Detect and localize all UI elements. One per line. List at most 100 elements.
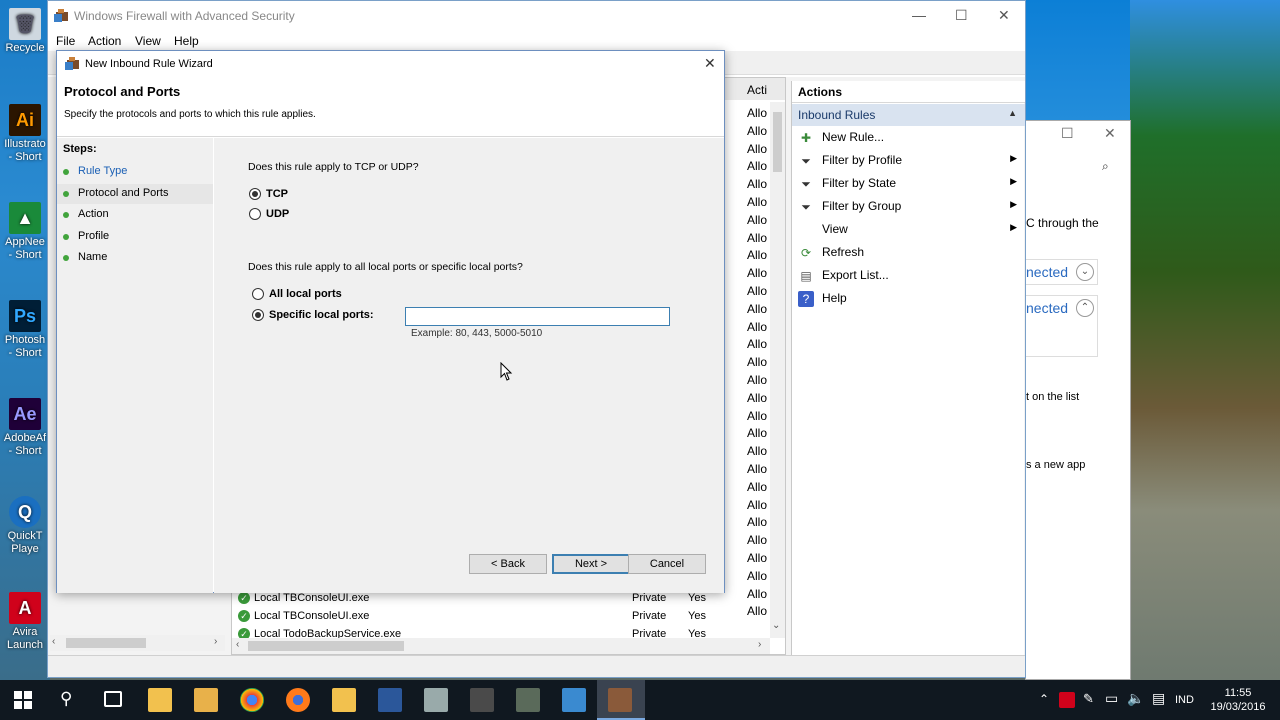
language-indicator[interactable]: IND [1175, 694, 1194, 706]
menu-file[interactable]: File [56, 34, 75, 48]
horizontal-scrollbar[interactable]: ‹ › [232, 638, 770, 654]
column-header-action[interactable]: Acti [747, 83, 767, 97]
desktop-icon-after-effects[interactable]: Ae AdobeAf - Short [0, 398, 50, 458]
firewall-app-icon [54, 8, 70, 24]
action-item-export-list[interactable]: ▤ Export List... [792, 265, 1025, 287]
vertical-scrollbar[interactable]: ⌄ [770, 102, 785, 638]
scroll-left-icon[interactable]: ‹ [52, 636, 55, 647]
folder-icon[interactable] [332, 688, 356, 712]
firefox-icon[interactable] [286, 688, 310, 712]
control-panel-icon[interactable] [562, 688, 586, 712]
action-cell: Allo [747, 568, 768, 583]
volume-icon[interactable]: 🔈 [1127, 690, 1144, 707]
search-icon[interactable]: ⌕ [1102, 159, 1109, 174]
desktop-icon-photoshop[interactable]: Ps Photosh - Short [0, 300, 50, 360]
bg-window-network-item[interactable]: nected ⌃ [1026, 295, 1098, 357]
back-button[interactable]: < Back [469, 554, 547, 574]
scope-pane-scrollbar[interactable]: ‹ › [50, 635, 225, 651]
show-hidden-icons-icon[interactable]: ⌃ [1039, 692, 1049, 706]
wizard-header: Protocol and Ports Specify the protocols… [57, 77, 724, 137]
radio-all-local-ports[interactable]: All local ports [251, 287, 391, 303]
table-row[interactable]: ✓ Local TBConsoleUI.exe Private Yes [238, 608, 768, 626]
task-view-icon[interactable] [104, 691, 122, 707]
scroll-right-icon[interactable]: › [758, 639, 761, 650]
close-icon[interactable]: ✕ [998, 7, 1010, 24]
desktop-icon-recycle-bin[interactable]: 🗑 Recycle [0, 8, 50, 55]
desktop-icon-appnee[interactable]: ▲ AppNee - Short [0, 202, 50, 262]
desktop-right-scenery [1130, 0, 1280, 680]
file-explorer-pinned-icon[interactable] [148, 688, 172, 712]
action-item-filter-by-state[interactable]: ⏷ Filter by State ▶ [792, 173, 1025, 195]
step-bullet-icon [63, 169, 69, 175]
menu-view[interactable]: View [135, 34, 161, 48]
minimize-icon[interactable]: — [912, 7, 926, 23]
chrome-icon[interactable] [240, 688, 264, 712]
table-row[interactable]: ✓ Local TodoBackupService.exe Private Ye… [238, 626, 768, 638]
action-cell: Allo [747, 141, 768, 156]
action-item-refresh[interactable]: ⟳ Refresh [792, 242, 1025, 264]
action-item-help[interactable]: ? Help [792, 288, 1025, 310]
pen-tray-icon[interactable]: ✎ [1083, 691, 1094, 707]
radio-udp[interactable]: UDP [248, 207, 368, 223]
action-cell: Allo [747, 373, 768, 387]
scroll-down-icon[interactable]: ⌄ [772, 620, 780, 631]
specific-ports-input[interactable] [405, 307, 670, 326]
action-item-filter-by-profile[interactable]: ⏷ Filter by Profile ▶ [792, 150, 1025, 172]
avira-tray-icon[interactable] [1059, 692, 1075, 708]
step-bullet-icon [63, 212, 69, 218]
menu-help[interactable]: Help [174, 34, 199, 48]
radio-label: All local ports [269, 288, 342, 300]
media-player-icon[interactable] [194, 688, 218, 712]
radio-tcp[interactable]: TCP [248, 187, 368, 203]
action-cell: Allo [747, 426, 768, 441]
close-icon[interactable]: ✕ [704, 55, 716, 72]
actions-pane: Actions Inbound Rules ▲ ✚ New Rule... ⏷ Fil… [791, 81, 1025, 655]
search-icon[interactable]: ⚲ [60, 689, 72, 709]
action-cell: Allo [747, 444, 768, 459]
radio-specific-local-ports[interactable]: Specific local ports: [251, 308, 391, 324]
menu-action[interactable]: Action [88, 34, 121, 48]
keyboard-app-icon[interactable] [424, 688, 448, 712]
quicktime-icon: Q [9, 496, 41, 528]
scroll-right-icon[interactable]: › [214, 636, 217, 647]
action-item-label: Filter by Group [822, 199, 902, 213]
step-label: Name [78, 251, 108, 263]
maximize-icon[interactable]: ☐ [955, 7, 968, 24]
network-app-icon[interactable] [470, 688, 494, 712]
firewall-title-bar[interactable]: Windows Firewall with Advanced Security … [48, 1, 1025, 31]
wizard-title-bar[interactable]: New Inbound Rule Wizard ✕ [57, 51, 724, 77]
close-icon[interactable]: ✕ [1104, 125, 1116, 142]
radio-button-icon [252, 309, 264, 321]
action-item-new-rule[interactable]: ✚ New Rule... [792, 127, 1025, 149]
cancel-button[interactable]: Cancel [628, 554, 706, 574]
radio-label: Specific local ports: [269, 309, 374, 321]
step-label: Rule Type [78, 165, 128, 177]
action-item-view[interactable]: View ▶ [792, 219, 1025, 241]
action-item-filter-by-group[interactable]: ⏷ Filter by Group ▶ [792, 196, 1025, 218]
network-tray-icon[interactable]: ▭ [1105, 690, 1118, 707]
check-icon: ✓ [238, 628, 250, 638]
scrollbar-thumb[interactable] [248, 641, 404, 651]
collapse-up-icon: ▲ [1008, 108, 1017, 118]
action-cell: Allo [747, 408, 768, 423]
action-center-icon[interactable]: ▤ [1152, 690, 1165, 707]
step-rule-type[interactable]: Rule Type [57, 162, 213, 182]
next-button[interactable]: Next > [552, 554, 630, 574]
desktop-icon-quicktime[interactable]: Q QuickT Playe [0, 496, 50, 556]
start-button[interactable] [14, 691, 32, 712]
scrollbar-thumb[interactable] [66, 638, 146, 648]
refresh-icon: ⟳ [800, 246, 812, 260]
clock[interactable]: 11:55 19/03/2016 [1210, 686, 1266, 714]
actions-section-inbound-rules[interactable]: Inbound Rules ▲ [792, 104, 1025, 126]
maximize-icon[interactable]: ☐ [1061, 125, 1074, 142]
scrollbar-thumb[interactable] [773, 112, 782, 172]
rule-enabled: Yes [688, 592, 706, 604]
desktop-icon-illustrator[interactable]: Ai Illustrato - Short [0, 104, 50, 164]
word-icon[interactable] [378, 688, 402, 712]
firewall-taskbar-icon[interactable] [608, 688, 632, 712]
desktop-icon-avira[interactable]: A Avira Launch [0, 592, 50, 652]
action-cell: Allo [747, 212, 768, 227]
scroll-left-icon[interactable]: ‹ [236, 639, 239, 650]
firewall-shortcut-icon[interactable] [516, 688, 540, 712]
bg-window-network-item[interactable]: nected ⌄ [1026, 259, 1098, 285]
